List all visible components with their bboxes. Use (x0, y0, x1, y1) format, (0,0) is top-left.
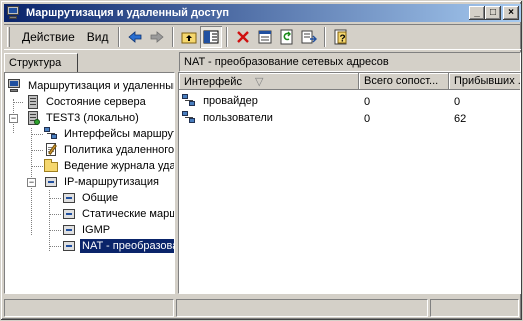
table-row[interactable]: провайдер 0 0 (179, 92, 520, 109)
export-list-icon (301, 30, 318, 44)
status-panel (4, 299, 174, 317)
show-hide-tree-icon (203, 30, 219, 44)
help-icon: ? (334, 29, 347, 45)
maximize-button[interactable]: □ (485, 6, 501, 20)
cell-total: 0 (364, 113, 371, 125)
window-title: Маршрутизация и удаленный доступ (26, 7, 230, 19)
toolbar: Действие Вид ? (4, 24, 521, 50)
tree-item-label: IP-маршрутизация (64, 176, 159, 188)
tree-tab-strip: Структура (4, 52, 174, 73)
delete-button[interactable] (232, 26, 254, 48)
menu-action[interactable]: Действие (16, 28, 81, 46)
tree-item-label: Общие (82, 192, 119, 204)
tab-structure[interactable]: Структура (4, 53, 78, 73)
tree-item-server-status[interactable]: Состояние сервера (25, 94, 148, 110)
tree-item-label: Ведение журнала удаленного доступа (64, 160, 175, 172)
refresh-icon (280, 29, 293, 45)
column-header-total[interactable]: Всего сопост... (359, 73, 449, 90)
menu-view[interactable]: Вид (81, 28, 115, 46)
network-icon (43, 174, 59, 190)
status-panel (176, 299, 428, 317)
tree-item-test3[interactable]: TEST3 (локально) (25, 110, 141, 126)
tree-item-label: Статические маршруты (82, 208, 174, 220)
tree-item-label: Интерфейсы маршрутизации (64, 128, 174, 140)
column-header-interface[interactable]: Интерфейс ▽ (179, 73, 359, 90)
computer-network-icon (6, 5, 22, 21)
toolbar-separator (324, 27, 327, 47)
tree-item-remote-access-logging[interactable]: Ведение журнала удаленного доступа (43, 158, 175, 174)
properties-icon (258, 30, 272, 44)
tree-item-nat[interactable]: NAT - преобразование сетевых адресов (61, 238, 174, 254)
minimize-button[interactable]: _ (469, 6, 485, 20)
table-row[interactable]: пользователи 0 62 (179, 109, 520, 126)
cell-interface: провайдер (203, 94, 258, 107)
tree-item-label: Состояние сервера (46, 96, 146, 108)
cell-total: 0 (364, 96, 371, 108)
policy-icon (43, 142, 59, 158)
toolbar-separator (118, 27, 121, 47)
tree-item-label: NAT - преобразование сетевых адресов (80, 239, 174, 253)
cell-interface: пользователи (203, 111, 273, 124)
toolbar-grip[interactable] (7, 27, 10, 47)
console-tree[interactable]: Маршрутизация и удаленный доступ Состоян… (4, 72, 175, 294)
computer-network-icon (7, 78, 23, 94)
tree-item-label: TEST3 (локально) (46, 112, 139, 124)
close-button[interactable]: × (503, 6, 519, 20)
refresh-button[interactable] (276, 26, 298, 48)
details-list[interactable]: Интерфейс ▽ Всего сопост... Прибывших ..… (178, 72, 521, 294)
details-header: NAT - преобразование сетевых адресов (179, 52, 521, 72)
properties-button[interactable] (254, 26, 276, 48)
server-icon (25, 94, 41, 110)
main-window: Маршрутизация и удаленный доступ _ □ × Д… (0, 0, 523, 321)
tree-item-label: Маршрутизация и удаленный доступ (28, 80, 175, 92)
delete-icon (237, 31, 250, 43)
status-bar (4, 299, 521, 319)
toolbar-separator (226, 27, 229, 47)
forward-button[interactable] (146, 26, 168, 48)
tree-item-routing-interfaces[interactable]: Интерфейсы маршрутизации (43, 126, 174, 142)
export-list-button[interactable] (298, 26, 320, 48)
tree-item-general[interactable]: Общие (61, 190, 120, 206)
folder-icon (43, 158, 59, 174)
tree-item-ip-routing[interactable]: IP-маршрутизация (43, 174, 161, 190)
network-icon (61, 238, 77, 254)
up-level-button[interactable] (178, 26, 200, 48)
tree-item-static-routes[interactable]: Статические маршруты (61, 206, 174, 222)
sort-indicator-icon: ▽ (255, 76, 264, 88)
help-button[interactable]: ? (330, 26, 352, 48)
tree-item-igmp[interactable]: IGMP (61, 222, 112, 238)
forward-arrow-icon (151, 31, 165, 43)
network-icon (61, 206, 77, 222)
cell-inbound: 0 (454, 96, 461, 108)
back-button[interactable] (124, 26, 146, 48)
column-header-inbound[interactable]: Прибывших ... (449, 73, 520, 90)
network-interfaces-icon (43, 126, 59, 142)
toolbar-separator (172, 27, 175, 47)
status-panel (430, 299, 519, 317)
title-bar[interactable]: Маршрутизация и удаленный доступ _ □ × (4, 4, 521, 22)
tree-item-remote-access-policy[interactable]: Политика удаленного доступа (43, 142, 175, 158)
network-icon (61, 222, 77, 238)
tree-expander[interactable]: − (27, 178, 36, 187)
network-icon (61, 190, 77, 206)
back-arrow-icon (128, 31, 142, 43)
server-running-icon (25, 110, 41, 126)
svg-text:?: ? (340, 34, 346, 45)
network-interfaces-icon (181, 110, 197, 126)
show-hide-tree-button[interactable] (200, 26, 223, 48)
tree-item-label: IGMP (82, 224, 111, 236)
tree-item-root[interactable]: Маршрутизация и удаленный доступ (7, 78, 175, 94)
tree-expander[interactable]: − (9, 114, 18, 123)
column-header-label: Интерфейс (184, 76, 242, 88)
cell-inbound: 62 (454, 113, 467, 125)
tree-item-label: Политика удаленного доступа (64, 144, 175, 156)
network-interfaces-icon (181, 93, 197, 109)
up-folder-icon (181, 32, 197, 44)
